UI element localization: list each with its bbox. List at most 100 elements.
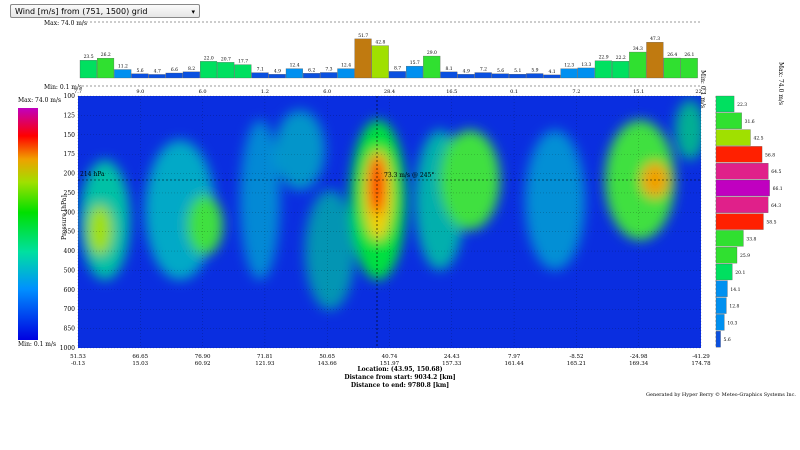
top-bar-value: 42.8	[375, 40, 385, 46]
colorbar	[18, 108, 38, 340]
top-bar	[268, 74, 286, 79]
pressure-axis-label: Pressure [hPa]	[61, 195, 68, 240]
profile-bar-value: 20.1	[735, 270, 745, 276]
profile-bar-value: 33.8	[746, 236, 756, 242]
top-bar-value: 4.9	[274, 68, 281, 74]
profile-bar-value: 56.8	[765, 152, 775, 158]
top-bar-value: 17.7	[238, 59, 248, 65]
profile-bar-value: 64.3	[771, 203, 781, 209]
bottom-tick-lat: -8.52	[569, 354, 583, 360]
profile-bar	[715, 179, 770, 197]
top-bar-value: 12.3	[564, 63, 574, 69]
pressure-tick-label: 850	[64, 326, 76, 333]
top-bar-value: 34.3	[633, 46, 643, 52]
top-bar	[560, 68, 578, 79]
top-tick-label: 28.4	[384, 89, 395, 95]
top-bar-value: 29.0	[427, 50, 437, 56]
pressure-tick-label: 125	[64, 112, 76, 119]
top-bar	[406, 65, 424, 79]
top-tick-label: 1.2	[261, 89, 269, 95]
profile-bar	[715, 213, 764, 230]
top-bar-value: 6.2	[308, 67, 315, 73]
top-bar-value: 13.3	[581, 62, 591, 68]
pressure-tick-label: 700	[64, 306, 76, 313]
top-bar-value: 22.0	[204, 55, 214, 61]
profile-bar-value: 10.3	[727, 320, 737, 326]
top-bar-value: 15.7	[410, 60, 420, 66]
top-bar-value: 22.2	[616, 55, 626, 61]
top-bar-value: 22.9	[599, 55, 609, 61]
profile-bar	[715, 163, 769, 180]
top-tick-labels: 7.7 9.0 6.0 1.2 6.0 28.4 16.5 0.1 7.2 15.1 22.7	[74, 89, 707, 95]
top-bar-value: 6.6	[171, 67, 178, 73]
top-bar	[423, 55, 441, 79]
top-bar	[371, 45, 389, 79]
top-bar	[457, 74, 475, 79]
pressure-tick-label: 1000	[60, 345, 75, 352]
top-bar	[182, 71, 200, 79]
top-bar-value: 8.2	[188, 66, 195, 72]
profile-bar-value: 5.6	[724, 337, 731, 343]
top-tick-label: 22.7	[695, 89, 706, 95]
top-tick-label: 9.0	[136, 89, 144, 95]
bottom-tick-lat: 66.65	[132, 354, 148, 360]
top-bar	[165, 72, 183, 79]
generated-by-label: Generated by Hyper Berry © Meteo-Graphic…	[646, 392, 796, 398]
top-bar	[629, 51, 647, 79]
pressure-tick-label: 150	[64, 132, 76, 139]
top-bar-value: 8.7	[394, 65, 401, 71]
top-bar-value: 8.1	[445, 66, 452, 72]
profile-bar	[715, 95, 735, 113]
top-bar	[285, 68, 303, 79]
top-bar-value: 26.2	[101, 52, 111, 58]
bottom-tick-lat: 76.90	[195, 354, 211, 360]
top-bar	[148, 74, 166, 79]
top-bar	[440, 71, 458, 79]
top-tick-label: 0.1	[510, 89, 518, 95]
top-bar	[131, 73, 149, 79]
top-bar-value: 7.2	[480, 67, 487, 73]
top-tick-label: 6.0	[199, 89, 207, 95]
cursor-value-label: 73.3 m/s @ 245°	[384, 172, 434, 179]
top-bar	[663, 57, 681, 79]
top-bar-value: 5.9	[531, 68, 538, 74]
top-bar	[526, 73, 544, 79]
bottom-tick-lat: 71.81	[257, 354, 273, 360]
top-bar	[251, 72, 269, 79]
top-bar-value: 4.7	[154, 68, 161, 74]
location-label: Location: (43.95, 150.68)	[357, 366, 443, 373]
top-bar	[577, 67, 595, 79]
profile-bar	[715, 196, 769, 213]
profile-bar	[715, 230, 744, 247]
profile-bar-value: 64.5	[771, 169, 781, 175]
top-bar-value: 7.3	[325, 66, 332, 72]
profile-bar-value: 25.9	[740, 253, 750, 259]
pressure-tick-label: 400	[64, 248, 76, 255]
bottom-tick-lat: -41.29	[692, 354, 710, 360]
top-bar	[320, 72, 338, 79]
bottom-tick-lat: 7.97	[508, 354, 521, 360]
top-bar-value: 4.1	[548, 69, 555, 75]
profile-bar-value: 66.1	[773, 186, 783, 192]
profile-bar	[715, 129, 751, 146]
top-bar-value: 20.7	[221, 56, 231, 62]
top-bar	[509, 73, 527, 79]
top-bar	[217, 62, 235, 79]
profile-bar	[715, 331, 721, 348]
top-tick-label: 16.5	[446, 89, 457, 95]
bottom-tick-lat: 50.65	[319, 354, 335, 360]
bottom-tick-lat: -24.98	[630, 354, 648, 360]
top-bar	[79, 60, 97, 79]
top-bar	[543, 74, 561, 79]
level-label: 214 hPa	[80, 171, 105, 178]
profile-bar	[715, 280, 728, 297]
distance-from-start: Distance from start: 9034.2 [km]	[344, 374, 456, 381]
top-tick-label: 7.2	[572, 89, 580, 95]
profile-bar-value: 31.6	[745, 119, 755, 125]
top-tick-label: 7.7	[74, 89, 82, 95]
top-wind-bars: 23.5 26.2 11.2 5.6 4.7 6.6 8.2 22.0 20.7 17.7 7.1 4…	[79, 33, 698, 79]
pressure-tick-label: 600	[64, 287, 76, 294]
top-bar-value: 47.3	[650, 36, 660, 42]
profile-bar	[715, 247, 738, 264]
right-profile-bars: 5.6 10.3 12.8 14.1 20.1 25.9 33.8 58.5 64.3 66.1 6…	[715, 95, 783, 348]
